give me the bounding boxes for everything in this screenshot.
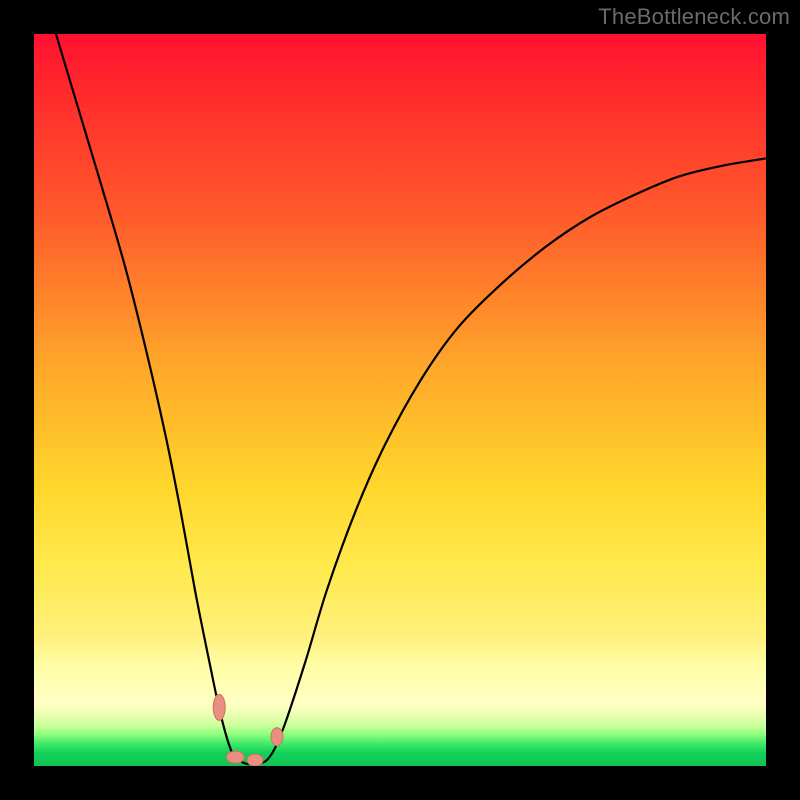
marker — [247, 754, 263, 766]
plot-area — [34, 34, 766, 766]
marker — [226, 751, 244, 763]
bottleneck-curve — [34, 34, 766, 766]
marker — [271, 728, 283, 746]
chart-frame: TheBottleneck.com — [0, 0, 800, 800]
watermark-text: TheBottleneck.com — [598, 4, 790, 30]
marker — [213, 694, 225, 720]
